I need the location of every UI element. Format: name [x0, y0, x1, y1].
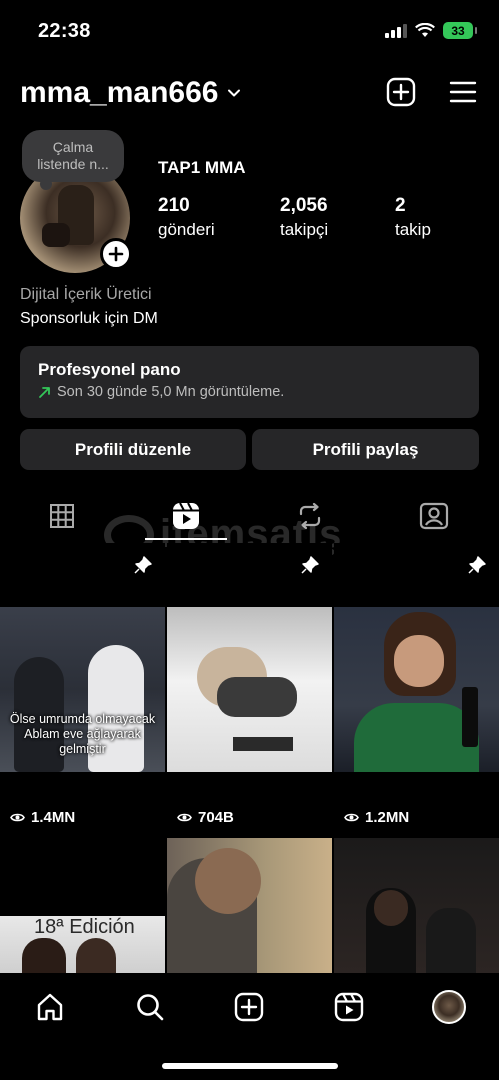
nav-reels[interactable]: [331, 989, 367, 1025]
display-name: TAP1 MMA: [158, 158, 246, 177]
menu-button[interactable]: [447, 76, 479, 108]
dashboard-subtitle-row: Son 30 günde 5,0 Mn görüntüleme.: [38, 384, 461, 400]
profile-bio: Sponsorluk için DM: [20, 310, 158, 327]
share-profile-button[interactable]: Profili paylaş: [252, 429, 479, 470]
stat-value: 210: [158, 195, 190, 216]
battery-icon: 33: [443, 22, 477, 39]
avatar: [432, 990, 466, 1024]
reel-tile[interactable]: 1.2MN: [334, 543, 499, 836]
stat-following[interactable]: 2 takip: [395, 195, 431, 240]
professional-dashboard[interactable]: Profesyonel pano Son 30 günde 5,0 Mn gör…: [20, 346, 479, 418]
status-icons: 33: [385, 22, 477, 39]
reels-icon: [334, 992, 364, 1022]
profile-category: Dijital İçerik Üretici: [20, 286, 152, 303]
chevron-down-icon: [228, 89, 241, 97]
nav-profile[interactable]: [431, 989, 467, 1025]
reel-tile[interactable]: [334, 838, 499, 973]
plus-square-icon: [386, 77, 416, 107]
search-icon: [137, 994, 164, 1021]
eye-icon: [177, 813, 192, 822]
reel-caption: Ölse umrumda olmayacak Ablam eve ağlayar…: [9, 712, 156, 756]
stat-value: 2,056: [280, 195, 328, 216]
edit-profile-button[interactable]: Profili düzenle: [20, 429, 246, 470]
status-time: 22:38: [38, 20, 91, 42]
pin-icon: [301, 556, 319, 574]
cellular-signal-icon: [385, 23, 407, 38]
home-indicator: [162, 1063, 338, 1069]
profile-header: mma_man666: [0, 70, 499, 118]
stat-label: takipçi: [280, 220, 329, 239]
reel-tile[interactable]: 18ª Edición: [0, 838, 165, 973]
dashboard-subtitle: Son 30 günde 5,0 Mn görüntüleme.: [57, 384, 285, 400]
dashboard-title: Profesyonel pano: [38, 360, 181, 379]
hamburger-menu-icon: [449, 81, 477, 103]
eye-icon: [344, 813, 359, 822]
view-count: 704B: [177, 809, 234, 826]
trend-up-arrow-icon: [39, 386, 50, 398]
reel-tile[interactable]: [167, 838, 332, 973]
reels-grid: Ölse umrumda olmayacak Ablam eve ağlayar…: [0, 543, 499, 973]
pin-icon: [134, 556, 152, 574]
account-switcher[interactable]: mma_man666: [20, 76, 242, 110]
tagged-icon: [419, 502, 449, 530]
create-button[interactable]: [385, 76, 417, 108]
grid-icon: [50, 504, 74, 528]
plus-square-icon: [234, 992, 264, 1022]
add-story-button[interactable]: [100, 238, 132, 270]
stat-posts[interactable]: 210 gönderi: [158, 195, 215, 240]
reel-tile[interactable]: 704B: [167, 543, 332, 836]
status-bar: 22:38 33: [0, 0, 499, 64]
reel-thumbnail: [167, 607, 332, 772]
home-icon: [37, 993, 63, 1021]
note-bubble[interactable]: Çalma listende n...: [22, 130, 124, 190]
wifi-icon: [415, 23, 435, 37]
view-count: 1.2MN: [344, 809, 409, 826]
stat-label: takip: [395, 220, 431, 239]
view-count: 1.4MN: [10, 809, 75, 826]
battery-level: 33: [451, 23, 465, 38]
note-text: Çalma listende n...: [37, 139, 109, 172]
plus-icon: [108, 246, 124, 262]
stat-label: gönderi: [158, 220, 215, 239]
reel-thumbnail: Ölse umrumda olmayacak Ablam eve ağlayar…: [0, 607, 165, 772]
reel-thumbnail-text: 18ª Edición: [34, 916, 135, 938]
stat-value: 2: [395, 195, 406, 216]
reel-thumbnail: [334, 607, 499, 772]
nav-create[interactable]: [231, 989, 267, 1025]
nav-search[interactable]: [132, 989, 168, 1025]
pin-icon: [468, 556, 486, 574]
username: mma_man666: [20, 76, 219, 109]
tab-tagged[interactable]: [372, 492, 496, 540]
stat-followers[interactable]: 2,056 takipçi: [280, 195, 328, 240]
eye-icon: [10, 813, 25, 822]
reel-tile[interactable]: Ölse umrumda olmayacak Ablam eve ağlayar…: [0, 543, 165, 836]
nav-home[interactable]: [32, 989, 68, 1025]
